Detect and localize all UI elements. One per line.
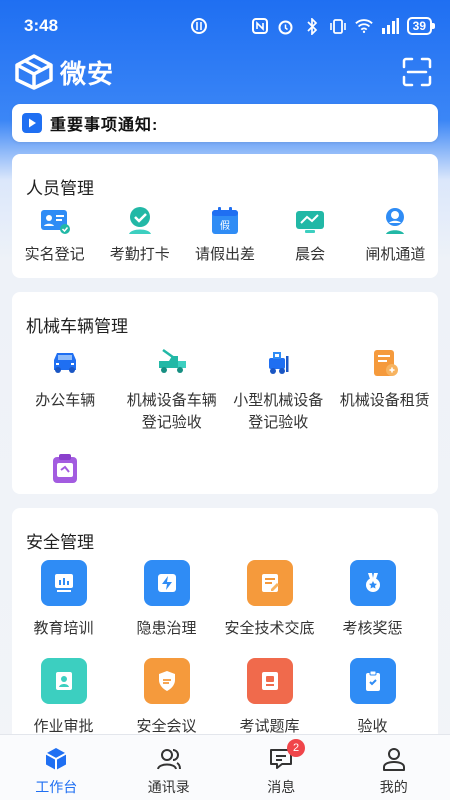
lease-document-icon <box>373 350 398 376</box>
clipboard-icon <box>53 454 78 483</box>
leave-calendar-icon: 假 <box>211 207 238 234</box>
menu-item-attendance[interactable]: 考勤打卡 <box>97 200 182 266</box>
menu-item-label: 隐患治理 <box>136 620 197 637</box>
menu-item-label: 晨会 <box>295 246 326 263</box>
notice-text: 重要事项通知: <box>50 117 159 134</box>
gate-user-icon <box>386 208 405 234</box>
section-title: 机械车辆管理 <box>26 317 128 336</box>
menu-item-training[interactable]: 教育培训 <box>12 554 115 640</box>
menu-item-exam-bank[interactable]: 考试题库 <box>218 652 321 738</box>
menu-item-acceptance[interactable]: 验收 <box>321 652 424 738</box>
tab-label: 我的 <box>379 779 408 795</box>
medal-icon <box>349 560 396 606</box>
app-header: 微安 <box>0 52 450 92</box>
vibrate-icon <box>329 17 347 35</box>
menu-item-machinery-lease[interactable]: 机械设备租赁 <box>332 338 439 434</box>
menu-item-label: 教育培训 <box>33 620 94 637</box>
tab-label: 工作台 <box>35 779 78 795</box>
forklift-icon <box>269 352 289 374</box>
cube-logo-icon <box>15 54 53 90</box>
shield-icon <box>143 658 190 704</box>
profile-icon <box>380 745 408 773</box>
app-logo: 微安 <box>14 54 114 91</box>
tab-messages[interactable]: 2 消息 <box>225 735 338 800</box>
acceptance-icon <box>349 658 396 704</box>
safety-management-card: 安全管理 教育培训 隐患治理 安全技术交底 考核奖惩 作业审批 安全会议 考试题… <box>12 508 438 748</box>
meeting-icon <box>296 211 325 233</box>
menu-item-real-name[interactable]: 实名登记 <box>12 200 97 266</box>
bluetooth-icon <box>303 17 321 35</box>
tab-profile[interactable]: 我的 <box>338 735 450 800</box>
tab-workbench[interactable]: 工作台 <box>0 735 113 800</box>
hazard-icon <box>143 560 190 606</box>
menu-item-machinery-registration[interactable]: 机械设备车辆 登记验收 <box>119 338 226 434</box>
car-icon <box>54 353 77 373</box>
id-card-icon <box>40 210 70 234</box>
menu-item-label: 安全技术交底 <box>224 620 315 637</box>
tab-label: 通讯录 <box>147 779 190 795</box>
bottom-tab-bar: 工作台 通讯录 2 消息 我的 <box>0 734 450 800</box>
menu-item-clipboard[interactable] <box>12 434 119 494</box>
status-time: 3:48 <box>24 16 59 35</box>
battery-indicator: 39 <box>406 17 436 35</box>
exam-icon <box>246 658 293 704</box>
menu-item-tech-briefing[interactable]: 安全技术交底 <box>218 554 321 640</box>
menu-item-leave[interactable]: 假 请假出差 <box>182 200 267 266</box>
menu-item-gate[interactable]: 闸机通道 <box>353 200 438 266</box>
approval-icon <box>40 658 87 704</box>
contacts-icon <box>155 745 183 773</box>
menu-item-label: 机械设备租赁 <box>339 392 430 409</box>
vehicle-management-card: 机械车辆管理 办公车辆 机械设备车辆 登记验收 小型机械设备 登记验收 机械设备… <box>12 292 438 494</box>
menu-item-label: 实名登记 <box>24 246 85 263</box>
menu-item-label: 闸机通道 <box>365 246 426 263</box>
tow-truck-icon <box>158 348 186 373</box>
menu-item-label: 请假出差 <box>194 246 255 263</box>
menu-item-assessment[interactable]: 考核奖惩 <box>321 554 424 640</box>
svg-text:假: 假 <box>220 219 230 232</box>
tech-briefing-icon <box>246 560 293 606</box>
tab-label: 消息 <box>267 779 296 795</box>
attendance-icon <box>128 207 151 234</box>
menu-item-label: 考勤打卡 <box>109 246 170 263</box>
menu-item-small-machinery-registration[interactable]: 小型机械设备 登记验收 <box>225 338 332 434</box>
notice-bar[interactable]: 重要事项通知: <box>12 104 438 142</box>
menu-item-hazard[interactable]: 隐患治理 <box>115 554 218 640</box>
nfc-icon <box>251 17 269 35</box>
signal-icon <box>381 17 399 35</box>
menu-item-office-vehicle[interactable]: 办公车辆 <box>12 338 119 434</box>
menu-item-morning-meeting[interactable]: 晨会 <box>268 200 353 266</box>
data-saver-icon <box>190 17 214 35</box>
unread-badge: 2 <box>287 739 305 757</box>
scan-icon[interactable] <box>402 57 432 87</box>
wifi-icon <box>354 17 373 35</box>
menu-item-label: 小型机械设备 登记验收 <box>233 392 324 431</box>
menu-item-label: 机械设备车辆 登记验收 <box>126 392 217 431</box>
workbench-icon <box>42 745 70 773</box>
alarm-icon <box>277 17 295 35</box>
section-title: 安全管理 <box>26 533 94 552</box>
tab-contacts[interactable]: 通讯录 <box>113 735 226 800</box>
menu-item-label: 考核奖惩 <box>342 620 403 637</box>
status-bar: 3:48 39 <box>0 0 450 52</box>
menu-item-safety-meeting[interactable]: 安全会议 <box>115 652 218 738</box>
menu-item-work-approval[interactable]: 作业审批 <box>12 652 115 738</box>
menu-item-label: 办公车辆 <box>35 392 96 409</box>
section-title: 人员管理 <box>26 179 94 198</box>
people-management-card: 人员管理 实名登记 考勤打卡 假 请假出差 晨会 闸机通道 <box>12 154 438 278</box>
training-icon <box>40 560 87 606</box>
play-icon <box>22 113 42 133</box>
app-name: 微安 <box>60 58 115 89</box>
